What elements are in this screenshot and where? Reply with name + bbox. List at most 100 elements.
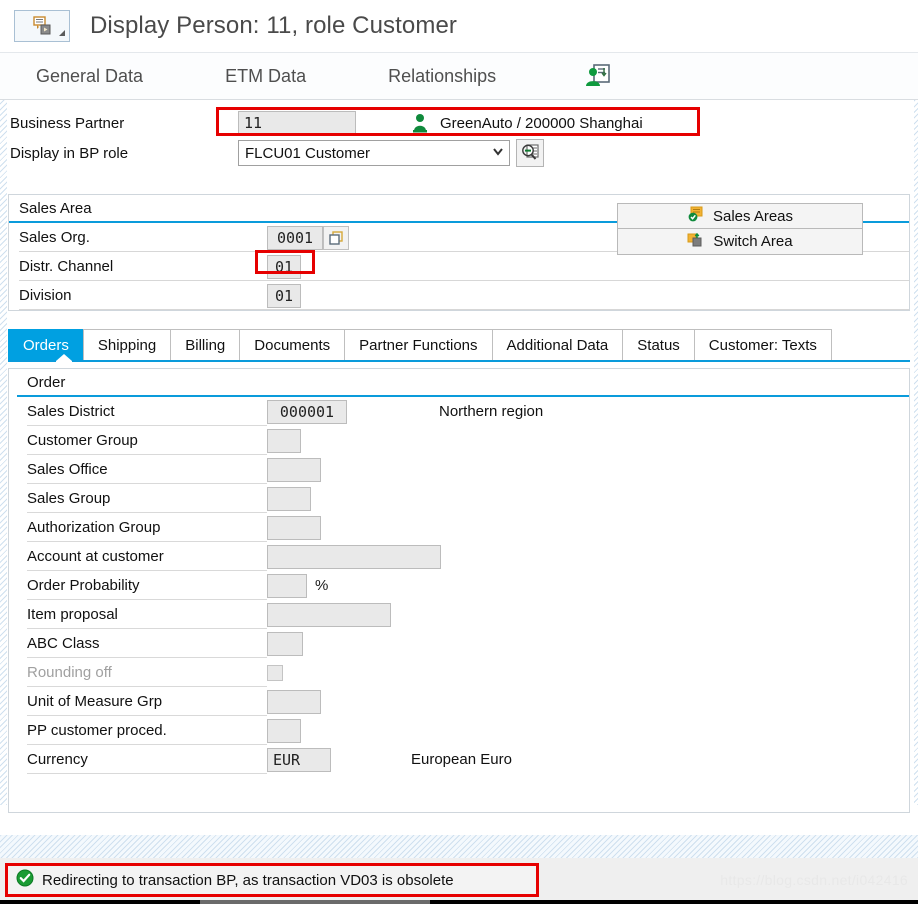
currency-description: European Euro [411,751,512,768]
bottom-hatch-band [0,835,918,858]
division-label: Division [19,287,72,304]
sales-group-label: Sales Group [27,490,111,507]
tab-shipping[interactable]: Shipping [82,329,172,360]
order-section-title: Order [17,369,909,397]
bp-role-row: Display in BP role FLCU01 Customer [0,138,918,168]
unit-of-measure-grp-input[interactable] [267,689,321,714]
authorization-group-input[interactable] [267,515,321,540]
tab-billing[interactable]: Billing [170,329,241,360]
multi-select-icon[interactable] [323,225,349,250]
document-play-icon[interactable] [14,10,70,42]
nav-item-relationships[interactable]: Relationships [388,66,540,87]
page-title: Display Person: 11, role Customer [90,12,458,39]
division-input[interactable]: 01 [267,283,301,308]
nav-item-etm-data[interactable]: ETM Data [225,66,350,87]
bp-role-value: FLCU01 Customer [245,144,371,162]
unit-of-measure-grp-label: Unit of Measure Grp [27,693,163,710]
field-row-sales-office: Sales Office [9,455,909,484]
top-navigation: General Data ETM Data Relationships [0,52,918,100]
sales-area-buttons: Sales Areas Switch Area [617,203,863,255]
bp-role-select[interactable]: FLCU01 Customer [238,140,510,166]
search-help-icon[interactable] [516,139,544,167]
currency-input[interactable]: EUR [267,747,331,772]
field-row-unit-of-measure-grp: Unit of Measure Grp [9,687,909,716]
title-bar: Display Person: 11, role Customer [0,0,918,52]
status-message: Redirecting to transaction BP, as transa… [5,863,539,897]
distr-channel-label: Distr. Channel [19,258,114,275]
sales-office-label: Sales Office [27,461,108,478]
bp-role-label: Display in BP role [10,144,129,162]
order-probability-label: Order Probability [27,577,140,594]
field-row-authorization-group: Authorization Group [9,513,909,542]
sales-area-panel: Sales Area Sales Org. 0001 Distr. Channe… [8,194,910,311]
sales-areas-icon [687,206,705,226]
nav-item-general-data[interactable]: General Data [36,66,187,87]
sales-org-input[interactable]: 0001 [267,225,323,250]
account-at-customer-label: Account at customer [27,548,164,565]
field-row-pp-customer-proced: PP customer proced. [9,716,909,745]
sales-district-description: Northern region [439,403,544,420]
tab-documents[interactable]: Documents [239,329,346,360]
field-row-rounding-off: Rounding off [9,658,909,687]
customer-group-label: Customer Group [27,432,138,449]
rounding-off-checkbox [267,664,283,681]
item-proposal-input[interactable] [267,602,391,627]
tab-additional-data[interactable]: Additional Data [491,329,624,360]
item-proposal-label: Item proposal [27,606,118,623]
sales-office-input[interactable] [267,457,321,482]
field-row-sales-group: Sales Group [9,484,909,513]
rounding-off-label: Rounding off [27,664,112,681]
business-partner-highlight [216,107,700,136]
chevron-down-icon[interactable] [491,144,505,162]
tab-underline [8,354,910,363]
abc-class-input[interactable] [267,631,303,656]
sales-areas-button[interactable]: Sales Areas [617,203,863,229]
switch-area-button[interactable]: Switch Area [617,229,863,255]
tab-orders[interactable]: Orders [8,329,84,360]
abc-class-label: ABC Class [27,635,100,652]
tab-strip: Orders Shipping Billing Documents Partne… [8,329,910,360]
field-row-currency: Currency EUR European Euro [9,745,909,774]
field-row-item-proposal: Item proposal [9,600,909,629]
customer-group-input[interactable] [267,428,301,453]
account-at-customer-input[interactable] [267,544,441,569]
field-row-account-at-customer: Account at customer [9,542,909,571]
row-divider [19,309,909,310]
currency-label: Currency [27,751,88,768]
sales-areas-label: Sales Areas [712,207,794,225]
sales-district-input[interactable]: 000001 [267,399,347,424]
distr-channel-row: Distr. Channel 01 [9,252,909,281]
field-row-abc-class: ABC Class [9,629,909,658]
success-check-icon [16,869,34,891]
left-hatch-edge [0,100,7,805]
order-probability-unit: % [315,577,329,594]
sales-group-input[interactable] [267,486,311,511]
pp-customer-proced-label: PP customer proced. [27,722,167,739]
active-tab-pointer [56,354,72,363]
switch-area-label: Switch Area [713,233,793,250]
field-row-customer-group: Customer Group [9,426,909,455]
right-hatch-edge [914,100,918,805]
sales-org-label: Sales Org. [19,229,90,246]
order-probability-input[interactable] [267,573,307,598]
watermark-text: https://blog.csdn.net/i042416 [720,872,908,888]
status-message-text: Redirecting to transaction BP, as transa… [42,871,454,889]
authorization-group-label: Authorization Group [27,519,161,536]
taskbar-segment [200,900,430,904]
tab-status[interactable]: Status [622,329,695,360]
row-divider [27,773,267,774]
person-card-icon[interactable] [578,63,612,89]
business-partner-label: Business Partner [10,114,125,132]
status-bar: Redirecting to transaction BP, as transa… [0,858,918,904]
division-row: Division 01 [9,281,909,310]
sales-district-label: Sales District [27,403,115,420]
field-row-order-probability: Order Probability % [9,571,909,600]
switch-area-icon [687,232,705,252]
order-panel: Order Sales District 000001 Northern reg… [8,368,910,813]
tab-partner-functions[interactable]: Partner Functions [344,329,493,360]
dropdown-caret-icon[interactable] [59,30,65,36]
field-row-sales-district: Sales District 000001 Northern region [9,397,909,426]
tab-customer-texts[interactable]: Customer: Texts [693,329,832,360]
pp-customer-proced-input[interactable] [267,718,301,743]
taskbar [0,900,918,904]
